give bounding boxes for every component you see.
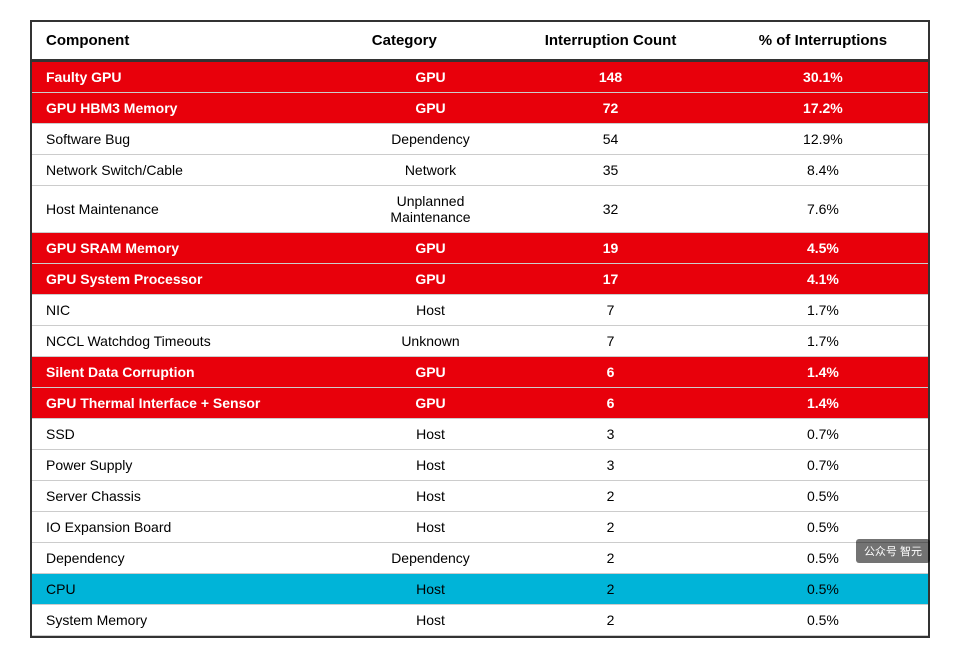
cell-component: Faulty GPU — [32, 61, 358, 93]
cell-category: GPU — [358, 93, 503, 124]
cell-component: IO Expansion Board — [32, 512, 358, 543]
cell-pct: 0.5% — [718, 512, 928, 543]
cell-count: 2 — [503, 605, 718, 636]
cell-category: Host — [358, 481, 503, 512]
table-row: DependencyDependency20.5% — [32, 543, 928, 574]
cell-component: CPU — [32, 574, 358, 605]
cell-count: 6 — [503, 388, 718, 419]
cell-component: Silent Data Corruption — [32, 357, 358, 388]
cell-component: SSD — [32, 419, 358, 450]
table-row: Server ChassisHost20.5% — [32, 481, 928, 512]
cell-category: Host — [358, 512, 503, 543]
cell-count: 7 — [503, 326, 718, 357]
cell-count: 6 — [503, 357, 718, 388]
cell-category: Host — [358, 295, 503, 326]
cell-count: 32 — [503, 186, 718, 233]
table-row: System MemoryHost20.5% — [32, 605, 928, 636]
table-row: IO Expansion BoardHost20.5% — [32, 512, 928, 543]
cell-count: 2 — [503, 574, 718, 605]
cell-component: NIC — [32, 295, 358, 326]
cell-pct: 4.5% — [718, 233, 928, 264]
cell-pct: 12.9% — [718, 124, 928, 155]
cell-category: UnplannedMaintenance — [358, 186, 503, 233]
cell-component: GPU HBM3 Memory — [32, 93, 358, 124]
cell-pct: 0.5% — [718, 543, 928, 574]
cell-pct: 4.1% — [718, 264, 928, 295]
cell-category: GPU — [358, 61, 503, 93]
cell-category: GPU — [358, 357, 503, 388]
cell-component: Network Switch/Cable — [32, 155, 358, 186]
cell-category: Unknown — [358, 326, 503, 357]
cell-component: Dependency — [32, 543, 358, 574]
header-interruption-count: Interruption Count — [503, 22, 718, 61]
table-row: Network Switch/CableNetwork358.4% — [32, 155, 928, 186]
cell-category: Network — [358, 155, 503, 186]
cell-category: Dependency — [358, 124, 503, 155]
cell-count: 2 — [503, 481, 718, 512]
cell-category: Host — [358, 450, 503, 481]
cell-count: 54 — [503, 124, 718, 155]
table-row: Host MaintenanceUnplannedMaintenance327.… — [32, 186, 928, 233]
cell-category: GPU — [358, 388, 503, 419]
cell-pct: 30.1% — [718, 61, 928, 93]
cell-category: GPU — [358, 233, 503, 264]
cell-component: Software Bug — [32, 124, 358, 155]
cell-pct: 1.4% — [718, 388, 928, 419]
table-row: GPU HBM3 MemoryGPU7217.2% — [32, 93, 928, 124]
cell-count: 19 — [503, 233, 718, 264]
table-row: CPUHost20.5% — [32, 574, 928, 605]
table-row: NCCL Watchdog TimeoutsUnknown71.7% — [32, 326, 928, 357]
cell-pct: 7.6% — [718, 186, 928, 233]
table-row: Silent Data CorruptionGPU61.4% — [32, 357, 928, 388]
header-category: Category — [358, 22, 503, 61]
cell-count: 17 — [503, 264, 718, 295]
cell-pct: 0.7% — [718, 450, 928, 481]
cell-component: Server Chassis — [32, 481, 358, 512]
cell-category: Host — [358, 574, 503, 605]
cell-count: 7 — [503, 295, 718, 326]
cell-pct: 1.7% — [718, 326, 928, 357]
cell-count: 35 — [503, 155, 718, 186]
header-component: Component — [32, 22, 358, 61]
table-row: GPU SRAM MemoryGPU194.5% — [32, 233, 928, 264]
cell-pct: 0.5% — [718, 574, 928, 605]
cell-component: GPU SRAM Memory — [32, 233, 358, 264]
table-row: NICHost71.7% — [32, 295, 928, 326]
cell-pct: 8.4% — [718, 155, 928, 186]
cell-component: GPU Thermal Interface + Sensor — [32, 388, 358, 419]
cell-category: GPU — [358, 264, 503, 295]
table-row: Faulty GPUGPU14830.1% — [32, 61, 928, 93]
cell-count: 72 — [503, 93, 718, 124]
cell-component: Power Supply — [32, 450, 358, 481]
interruption-table: Component Category Interruption Count % … — [32, 22, 928, 636]
cell-pct: 1.4% — [718, 357, 928, 388]
table-row: GPU System ProcessorGPU174.1% — [32, 264, 928, 295]
cell-count: 3 — [503, 450, 718, 481]
cell-count: 3 — [503, 419, 718, 450]
cell-component: System Memory — [32, 605, 358, 636]
cell-component: GPU System Processor — [32, 264, 358, 295]
cell-pct: 1.7% — [718, 295, 928, 326]
cell-pct: 0.5% — [718, 605, 928, 636]
header-pct-interruptions: % of Interruptions — [718, 22, 928, 61]
cell-pct: 0.5% — [718, 481, 928, 512]
cell-pct: 17.2% — [718, 93, 928, 124]
cell-component: NCCL Watchdog Timeouts — [32, 326, 358, 357]
cell-count: 2 — [503, 543, 718, 574]
table-row: SSDHost30.7% — [32, 419, 928, 450]
cell-category: Dependency — [358, 543, 503, 574]
cell-category: Host — [358, 605, 503, 636]
cell-count: 2 — [503, 512, 718, 543]
table-row: GPU Thermal Interface + SensorGPU61.4% — [32, 388, 928, 419]
table-row: Power SupplyHost30.7% — [32, 450, 928, 481]
table-header-row: Component Category Interruption Count % … — [32, 22, 928, 61]
cell-pct: 0.7% — [718, 419, 928, 450]
cell-component: Host Maintenance — [32, 186, 358, 233]
interruption-table-container: Component Category Interruption Count % … — [30, 20, 930, 638]
table-row: Software BugDependency5412.9% — [32, 124, 928, 155]
cell-category: Host — [358, 419, 503, 450]
cell-count: 148 — [503, 61, 718, 93]
